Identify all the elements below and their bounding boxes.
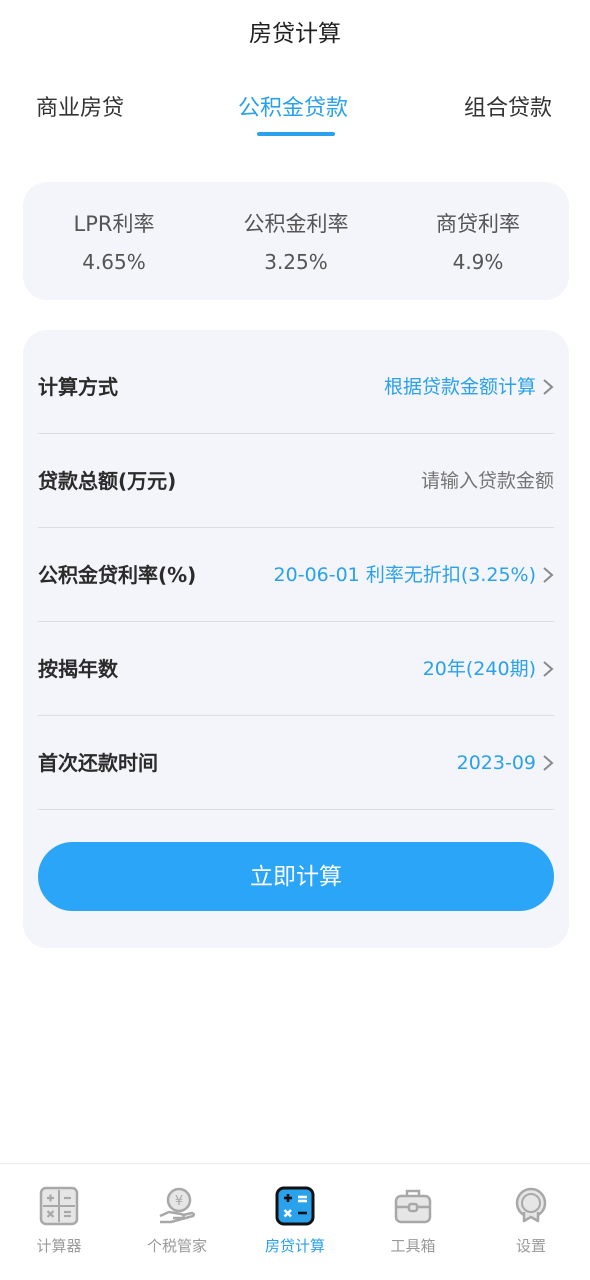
calculator-icon [39, 1186, 79, 1226]
settings-icon [515, 1187, 547, 1223]
chevron-right-icon [543, 379, 554, 395]
mortgage-calculator-icon [275, 1186, 315, 1226]
nav-item-calculator[interactable]: 计算器 [0, 1164, 118, 1280]
mortgage-years-value[interactable]: 20年(240期) [423, 622, 536, 716]
nav-label: 计算器 [36, 1237, 82, 1255]
rate-label: 公积金利率 [243, 212, 349, 236]
tax-coin-hand-icon: ¥ [159, 1187, 196, 1224]
fund-rate-row[interactable]: 公积金贷利率(%) 20-06-01 利率无折扣(3.25%) [38, 528, 554, 622]
commercial-rate: 商贷利率 4.9% [387, 182, 569, 300]
first-payment-label: 首次还款时间 [38, 751, 158, 775]
rate-value: 3.25% [264, 250, 328, 274]
calc-method-row[interactable]: 计算方式 根据贷款金额计算 [38, 340, 554, 434]
nav-item-toolbox[interactable]: 工具箱 [354, 1164, 472, 1280]
svg-text:¥: ¥ [175, 1194, 183, 1209]
active-tab-indicator [257, 132, 335, 136]
rate-value: 4.65% [82, 250, 146, 274]
loan-amount-row: 贷款总额(万元) [38, 434, 554, 528]
nav-label: 工具箱 [390, 1237, 436, 1255]
mortgage-years-row[interactable]: 按揭年数 20年(240期) [38, 622, 554, 716]
nav-label: 设置 [515, 1237, 546, 1255]
mortgage-years-label: 按揭年数 [38, 657, 118, 681]
calc-method-label: 计算方式 [38, 375, 118, 399]
toolbox-icon [394, 1189, 432, 1224]
nav-item-mortgage[interactable]: 房贷计算 [236, 1164, 354, 1280]
chevron-right-icon [543, 755, 554, 771]
nav-item-settings[interactable]: 设置 [472, 1164, 590, 1280]
page-title: 房贷计算 [249, 21, 341, 47]
calculate-now-button[interactable]: 立即计算 [38, 842, 554, 911]
fund-rate-value[interactable]: 20-06-01 利率无折扣(3.25%) [274, 528, 536, 622]
nav-item-tax[interactable]: ¥ 个税管家 [118, 1164, 236, 1280]
rate-label: 商贷利率 [436, 212, 520, 236]
loan-amount-input[interactable] [294, 434, 554, 528]
chevron-right-icon [543, 567, 554, 583]
bottom-navigation: 计算器 ¥ 个税管家 房贷计算 工具箱 设置 [0, 1163, 590, 1280]
provident-fund-rate: 公积金利率 3.25% [205, 182, 387, 300]
loan-type-tabs: 商业房贷 公积金贷款 组合贷款 [0, 86, 590, 146]
nav-label: 个税管家 [146, 1237, 207, 1255]
mortgage-calculator-screen: 房贷计算 商业房贷 公积金贷款 组合贷款 LPR利率 4.65% 公积金利率 3… [0, 0, 590, 1280]
loan-form-card: 计算方式 根据贷款金额计算 贷款总额(万元) 公积金贷利率(%) 20-06-0… [23, 330, 569, 948]
first-payment-value[interactable]: 2023-09 [457, 716, 536, 810]
fund-rate-label: 公积金贷利率(%) [38, 563, 197, 587]
chevron-right-icon [543, 661, 554, 677]
calc-method-value[interactable]: 根据贷款金额计算 [384, 340, 536, 434]
tab-commercial-loan[interactable]: 商业房贷 [36, 86, 124, 132]
rate-label: LPR利率 [73, 212, 155, 236]
rates-summary-card: LPR利率 4.65% 公积金利率 3.25% 商贷利率 4.9% [23, 182, 569, 300]
loan-amount-label: 贷款总额(万元) [38, 469, 177, 493]
tab-combined-loan[interactable]: 组合贷款 [464, 86, 552, 132]
nav-label: 房贷计算 [264, 1237, 325, 1255]
first-payment-row[interactable]: 首次还款时间 2023-09 [38, 716, 554, 810]
tab-provident-fund-loan[interactable]: 公积金贷款 [238, 86, 348, 132]
lpr-rate: LPR利率 4.65% [23, 182, 205, 300]
rate-value: 4.9% [452, 250, 504, 274]
